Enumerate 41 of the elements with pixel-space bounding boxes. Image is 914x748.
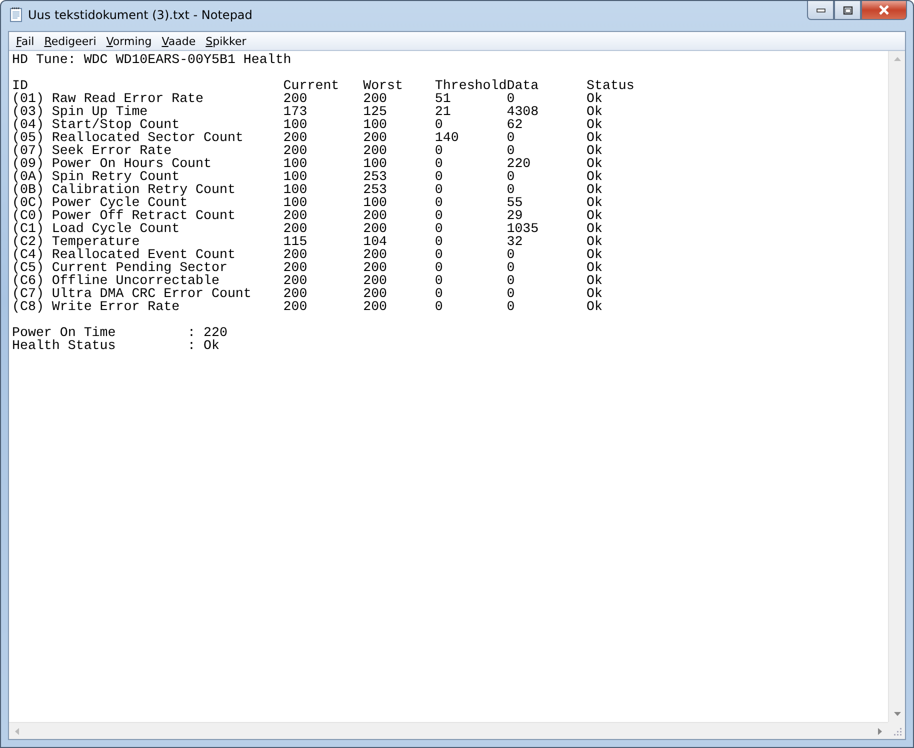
text-line: (09) Power On Hours Count 100 100 0 220 Ok <box>12 157 602 170</box>
text-line: (01) Raw Read Error Rate 200 200 51 0 Ok <box>12 92 602 105</box>
scroll-down-icon[interactable] <box>894 712 900 716</box>
maximize-icon <box>842 6 852 14</box>
text-line: Power On Time : 220 <box>12 326 228 339</box>
text-line: (04) Start/Stop Count 100 100 0 62 Ok <box>12 118 602 131</box>
text-line: HD Tune: WDC WD10EARS-00Y5B1 Health <box>12 53 292 66</box>
text-line: (05) Reallocated Sector Count 200 200 140 0 Ok <box>12 131 602 144</box>
resize-grip-icon[interactable] <box>893 727 902 736</box>
text-line: (C1) Load Cycle Count 200 200 0 1035 Ok <box>12 222 602 235</box>
text-line: (C6) Offline Uncorrectable 200 200 0 0 Ok <box>12 274 602 287</box>
menu-item[interactable]: Spikker <box>200 32 252 50</box>
maximize-button[interactable] <box>834 1 861 20</box>
menu-item[interactable]: Vorming <box>101 32 157 50</box>
text-line: (0B) Calibration Retry Count 100 253 0 0 Ok <box>12 183 602 196</box>
text-line: Health Status : Ok <box>12 339 220 352</box>
text-line: (C4) Reallocated Event Count 200 200 0 0 Ok <box>12 248 602 261</box>
horizontal-scrollbar[interactable] <box>9 722 888 739</box>
notepad-icon <box>8 7 24 23</box>
menu-item[interactable]: Fail <box>11 32 40 50</box>
scroll-left-icon[interactable] <box>15 728 19 734</box>
text-line: (C2) Temperature 115 104 0 32 Ok <box>12 235 602 248</box>
minimize-button[interactable] <box>807 1 834 20</box>
text-line: ID Current Worst ThresholdData Status <box>12 79 634 92</box>
text-line: (C0) Power Off Retract Count 200 200 0 29 Ok <box>12 209 602 222</box>
text-line: (0A) Spin Retry Count 100 253 0 0 Ok <box>12 170 602 183</box>
text-line: (C8) Write Error Rate 200 200 0 0 Ok <box>12 300 602 313</box>
vertical-scrollbar[interactable] <box>888 51 905 722</box>
text-line: (07) Seek Error Rate 200 200 0 0 Ok <box>12 144 602 157</box>
text-line: (C7) Ultra DMA CRC Error Count 200 200 0 0 Ok <box>12 287 602 300</box>
text-line: (0C) Power Cycle Count 100 100 0 55 Ok <box>12 196 602 209</box>
text-line: (C5) Current Pending Sector 200 200 0 0 Ok <box>12 261 602 274</box>
text-line: (03) Spin Up Time 173 125 21 4308 Ok <box>12 105 602 118</box>
scroll-right-icon[interactable] <box>878 728 882 734</box>
scroll-up-icon[interactable] <box>894 57 900 61</box>
menu-item[interactable]: Redigeeri <box>39 32 102 50</box>
menu-item[interactable]: Vaade <box>156 32 201 50</box>
window-title: Uus tekstidokument (3).txt - Notepad <box>28 7 252 23</box>
minimize-icon <box>816 7 826 13</box>
close-icon <box>878 5 890 15</box>
close-button[interactable] <box>861 1 907 20</box>
